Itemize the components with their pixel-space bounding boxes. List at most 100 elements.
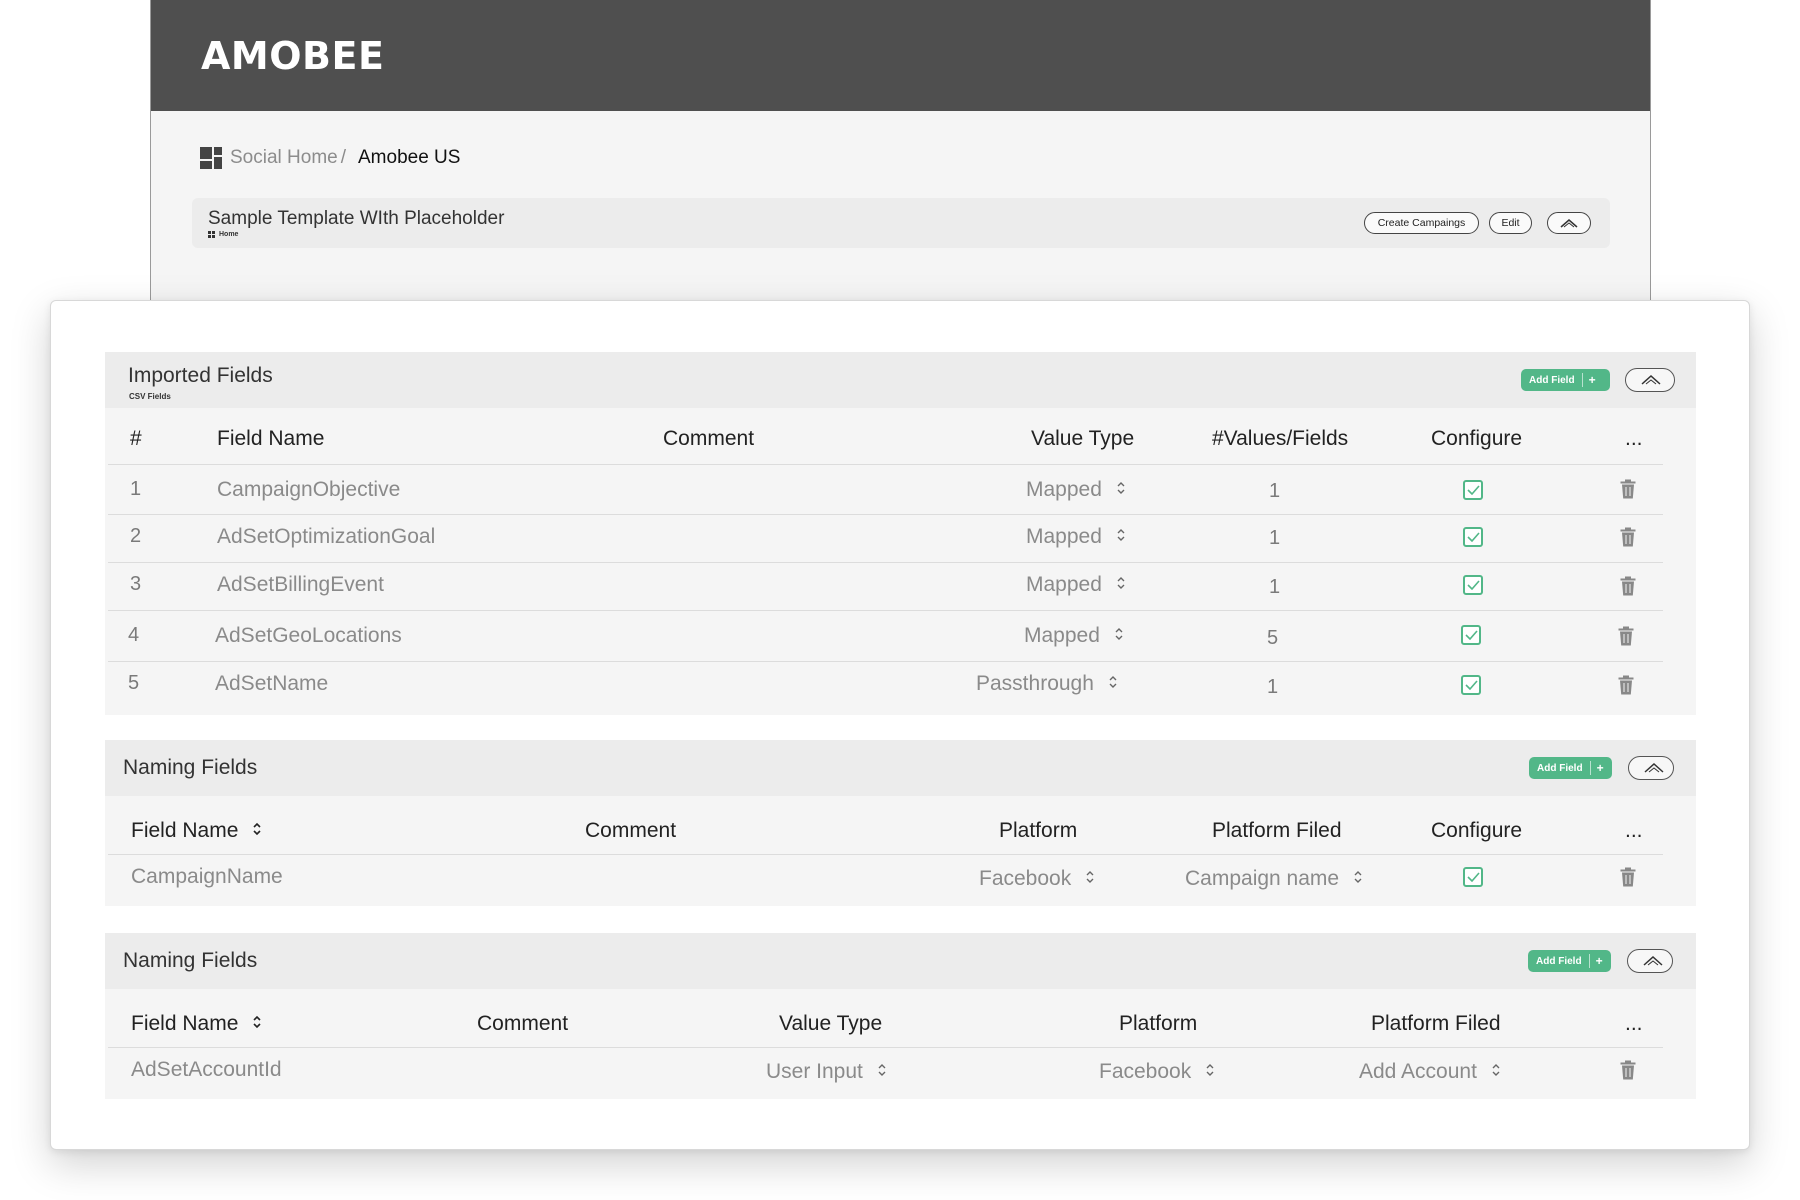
plus-icon: + <box>1589 761 1604 775</box>
edit-button[interactable]: Edit <box>1489 212 1532 234</box>
col-header-num: # <box>130 427 142 450</box>
sort-updown-icon <box>1117 577 1125 590</box>
trash-icon[interactable] <box>1620 479 1636 499</box>
section-subtitle: CSV Fields <box>129 392 171 401</box>
configure-checkbox[interactable] <box>1463 527 1483 547</box>
plus-icon: + <box>1588 954 1603 968</box>
breadcrumb: Social Home / Amobee US <box>200 147 460 169</box>
top-bar: AMOBEE <box>151 0 1650 111</box>
collapse-button[interactable] <box>1625 368 1675 392</box>
checkbox-checked-icon <box>1467 532 1480 542</box>
trash-icon[interactable] <box>1620 1060 1636 1080</box>
more-menu-button[interactable]: ... <box>1625 1012 1643 1036</box>
chevron-up-icon <box>1641 374 1661 385</box>
sort-updown-icon <box>1086 871 1094 884</box>
background-window: AMOBEE Social Home / Amobee US Sample Te… <box>150 0 1651 320</box>
configure-checkbox[interactable] <box>1463 867 1483 887</box>
divider <box>108 1047 1663 1048</box>
sort-updown-icon <box>253 1016 261 1029</box>
configure-checkbox[interactable] <box>1463 480 1483 500</box>
checkbox-checked-icon <box>1467 580 1480 590</box>
checkbox-checked-icon <box>1467 485 1480 495</box>
add-field-button[interactable]: Add Field + <box>1529 757 1612 779</box>
add-field-label: Add Field <box>1537 762 1583 774</box>
breadcrumb-current: Amobee US <box>358 147 461 168</box>
template-title: Sample Template WIth Placeholder <box>208 208 505 229</box>
configure-checkbox[interactable] <box>1461 625 1481 645</box>
trash-icon[interactable] <box>1618 626 1634 646</box>
add-field-button[interactable]: Add Field + <box>1521 369 1610 391</box>
values-count: 1 <box>1269 576 1281 598</box>
value-type-select[interactable]: Mapped <box>1024 624 1124 648</box>
naming-fields-section: Naming Fields Add Field + Field Name Comm… <box>105 933 1696 1099</box>
col-header-platform: Platform <box>999 819 1078 842</box>
collapse-button[interactable] <box>1628 756 1674 780</box>
divider <box>108 661 1663 662</box>
value-type-select[interactable]: User Input <box>766 1060 887 1084</box>
section-title: Imported Fields <box>128 364 273 387</box>
naming-fields-header: Naming Fields Add Field + <box>105 933 1696 989</box>
chevron-up-icon <box>1643 955 1663 966</box>
col-header-field-name[interactable]: Field Name <box>131 1012 262 1036</box>
sort-updown-icon <box>1117 529 1125 542</box>
section-title: Naming Fields <box>123 949 258 972</box>
platform-select[interactable]: Facebook <box>1099 1060 1215 1084</box>
add-field-label: Add Field <box>1529 374 1575 386</box>
field-name-cell: CampaignObjective <box>217 478 401 501</box>
values-count: 5 <box>1267 627 1279 649</box>
col-header-platform-filed: Platform Filed <box>1212 819 1342 842</box>
configure-checkbox[interactable] <box>1463 575 1483 595</box>
chevron-up-icon <box>1644 762 1664 773</box>
divider <box>108 464 1663 465</box>
col-header-platform: Platform <box>1119 1012 1198 1035</box>
trash-icon[interactable] <box>1620 527 1636 547</box>
field-name-cell: AdSetAccountId <box>131 1058 282 1081</box>
collapse-button[interactable] <box>1627 949 1673 973</box>
platform-select[interactable]: Facebook <box>979 867 1095 891</box>
divider <box>108 562 1663 563</box>
field-name-cell: AdSetGeoLocations <box>215 624 402 647</box>
configure-checkbox[interactable] <box>1461 675 1481 695</box>
value-type-select[interactable]: Mapped <box>1026 525 1126 549</box>
imported-fields-section: Imported Fields CSV Fields Add Field + # … <box>105 352 1696 715</box>
col-header-comment: Comment <box>663 427 755 450</box>
trash-icon[interactable] <box>1618 675 1634 695</box>
app-logo: AMOBEE <box>201 33 385 78</box>
more-menu-button[interactable]: ... <box>1625 819 1643 843</box>
platform-filed-select[interactable]: Campaign name <box>1185 867 1363 891</box>
sort-updown-icon <box>253 823 261 836</box>
value-type-select[interactable]: Passthrough <box>976 672 1118 696</box>
platform-filed-select[interactable]: Add Account <box>1359 1060 1501 1084</box>
col-header-configure: Configure <box>1431 819 1523 842</box>
sort-updown-icon <box>1117 482 1125 495</box>
values-count: 1 <box>1269 527 1281 549</box>
value-type-select[interactable]: Mapped <box>1026 573 1126 597</box>
sort-updown-icon <box>878 1064 886 1077</box>
add-field-button[interactable]: Add Field + <box>1528 950 1611 972</box>
more-menu-button[interactable]: ... <box>1625 427 1643 451</box>
mini-grid-icon <box>208 231 215 238</box>
field-name-cell: AdSetBillingEvent <box>217 573 384 596</box>
col-header-field-name[interactable]: Field Name <box>131 819 262 843</box>
divider <box>108 854 1663 855</box>
col-header-comment: Comment <box>585 819 677 842</box>
sort-updown-icon <box>1206 1064 1214 1077</box>
template-bar: Sample Template WIth Placeholder Home Cr… <box>192 198 1610 248</box>
section-title: Naming Fields <box>123 756 258 779</box>
values-count: 1 <box>1267 676 1279 698</box>
row-number: 1 <box>130 478 142 500</box>
sort-updown-icon <box>1115 628 1123 641</box>
value-type-select[interactable]: Mapped <box>1026 478 1126 502</box>
checkbox-checked-icon <box>1465 680 1478 690</box>
collapse-button[interactable] <box>1547 212 1591 234</box>
trash-icon[interactable] <box>1620 867 1636 887</box>
row-number: 5 <box>128 672 140 694</box>
col-header-values-fields: #Values/Fields <box>1212 427 1349 450</box>
sort-updown-icon <box>1109 676 1117 689</box>
breadcrumb-home-link[interactable]: Social Home <box>230 147 338 169</box>
create-campaigns-button[interactable]: Create Campaings <box>1364 212 1479 234</box>
trash-icon[interactable] <box>1620 576 1636 596</box>
field-name-cell: AdSetName <box>215 672 329 695</box>
template-sub-label: Home <box>219 231 239 238</box>
naming-fields-header: Naming Fields Add Field + <box>105 740 1696 796</box>
